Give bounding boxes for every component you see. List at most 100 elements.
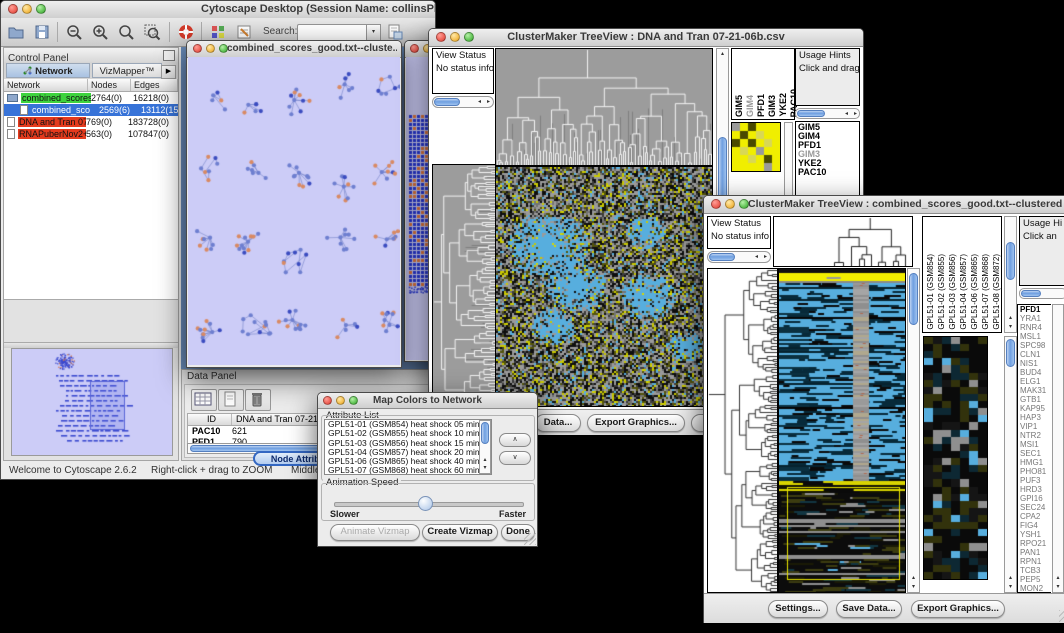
network-list-row[interactable]: combined_sco 2569(6) 13112(15) (4, 104, 178, 116)
column-dendrogram-panel[interactable] (495, 48, 713, 166)
gene-label[interactable]: SEC24 (1020, 503, 1051, 512)
scroll-down-icon[interactable]: ▾ (480, 464, 490, 472)
gene-label[interactable]: RNR4 (1020, 323, 1051, 332)
column-label[interactable]: GPL51-02 (GSM855) (936, 254, 947, 330)
scroll-thumb[interactable] (434, 98, 460, 106)
annotation-icon[interactable] (235, 23, 253, 41)
zoom-heatmap-canvas[interactable] (924, 337, 987, 579)
resize-grip[interactable] (524, 533, 536, 545)
float-panel-icon[interactable] (163, 50, 175, 61)
main-title-bar[interactable]: Cytoscape Desktop (Session Name: collins… (1, 1, 435, 19)
gene-label[interactable]: MON2 (1020, 584, 1051, 593)
gene-label[interactable]: CPA2 (1020, 512, 1051, 521)
gene-labels-panel[interactable]: PFD1 YRA1 RNR4 MSL1 SPC98 CLN1 NIS1 BUD4… (1017, 304, 1051, 593)
birdseye-canvas[interactable] (12, 349, 170, 453)
gene-label[interactable]: MSI1 (1020, 440, 1051, 449)
delete-attribute-trash-icon[interactable] (245, 389, 271, 411)
gene-label[interactable]: GTB1 (1020, 395, 1051, 404)
gene-label[interactable]: ELG1 (1020, 377, 1051, 386)
scroll-thumb[interactable] (709, 253, 735, 261)
scroll-right-icon[interactable]: ▸ (854, 109, 857, 119)
gene-label[interactable]: PFD1 (1020, 305, 1051, 314)
gene-label[interactable]: FIG4 (1020, 521, 1051, 530)
treeview1-title-bar[interactable]: ClusterMaker TreeView : DNA and Tran 07-… (429, 29, 863, 47)
network-list-row[interactable]: RNAPuberNov2+I 563(0) 107847(0) (4, 128, 178, 140)
tab-network[interactable]: Network (6, 63, 90, 78)
node-attributes-icon[interactable] (209, 23, 227, 41)
gene-label[interactable]: MAK31 (1020, 386, 1051, 395)
close-icon[interactable] (410, 44, 419, 53)
heatmap-vscrollbar[interactable]: ▴ ▾ (907, 268, 920, 593)
minimize-icon[interactable] (725, 199, 735, 209)
gene-label[interactable]: PEP5 (1020, 575, 1051, 584)
export-graphics-button[interactable]: Export Graphics... (587, 414, 685, 432)
scroll-left-icon[interactable]: ◂ (478, 97, 481, 107)
row-label[interactable]: PAC10 (798, 168, 859, 177)
create-attribute-icon[interactable] (218, 389, 244, 411)
column-label[interactable]: YKE2 (778, 93, 788, 117)
column-label[interactable]: GPL51-06 (GSM865) (969, 254, 980, 330)
zoom-vscrollbar[interactable]: ▴ ▾ (1004, 336, 1017, 593)
tab-vizmapper[interactable]: VizMapper™ (92, 63, 162, 78)
attribute-list[interactable]: GPL51-01 (GSM854) heat shock 05 min GPL5… (324, 419, 492, 475)
scroll-thumb[interactable] (909, 273, 918, 325)
column-label[interactable]: GPL51-07 (GSM868) (980, 254, 991, 330)
gene-label[interactable]: NIS1 (1020, 359, 1051, 368)
open-file-icon[interactable] (7, 23, 25, 41)
column-label[interactable]: GPL51-03 (GSM856) (947, 254, 958, 330)
gene-label[interactable]: CLN1 (1020, 350, 1051, 359)
gene-label[interactable]: HRD3 (1020, 485, 1051, 494)
scroll-thumb[interactable] (1021, 290, 1041, 297)
column-label[interactable]: GPL51-01 (GSM854) (925, 254, 936, 330)
treeview2-title-bar[interactable]: ClusterMaker TreeView : combined_scores_… (704, 196, 1064, 214)
column-label[interactable]: PFD1 (756, 94, 766, 117)
gene-label[interactable]: PUF3 (1020, 476, 1051, 485)
minimize-icon[interactable] (206, 44, 215, 53)
heatmap-panel[interactable] (495, 166, 713, 407)
animate-vizmap-button[interactable]: Animate Vizmap (330, 524, 420, 541)
zoom-window-icon[interactable] (36, 4, 46, 14)
save-icon[interactable] (33, 23, 51, 41)
scroll-thumb[interactable] (481, 422, 489, 444)
gene-label[interactable]: PHO81 (1020, 467, 1051, 476)
gene-label[interactable]: MSL1 (1020, 332, 1051, 341)
row-dendrogram-panel[interactable] (707, 268, 778, 593)
column-label[interactable]: GIM5 (734, 95, 744, 117)
scroll-up-icon[interactable]: ▴ (1005, 574, 1016, 582)
gene-label[interactable]: KAP95 (1020, 404, 1051, 413)
scroll-thumb[interactable] (1006, 339, 1015, 367)
gene-label[interactable]: YRA1 (1020, 314, 1051, 323)
label-vscrollbar[interactable]: ▴ ▾ (1004, 216, 1017, 333)
gene-label[interactable]: PAN1 (1020, 548, 1051, 557)
gene-label[interactable]: SEC1 (1020, 449, 1051, 458)
column-dendrogram-panel[interactable] (773, 216, 913, 267)
usage-scrollbar[interactable] (1019, 288, 1064, 299)
zoom-selected-icon[interactable] (143, 23, 161, 41)
column-label[interactable]: GIM3 (767, 95, 777, 117)
network-list-row[interactable]: DNA and Tran 07 769(0) 183728(0) (4, 116, 178, 128)
gene-label[interactable]: VIP1 (1020, 422, 1051, 431)
minimize-icon[interactable] (22, 4, 32, 14)
column-dendrogram-canvas[interactable] (496, 49, 712, 165)
scroll-up-icon[interactable]: ▴ (1005, 314, 1016, 322)
scroll-up-icon[interactable]: ▴ (908, 574, 919, 582)
row-dendrogram-canvas[interactable] (708, 269, 777, 592)
gene-label[interactable]: BUD4 (1020, 368, 1051, 377)
gene-label[interactable]: TCB3 (1020, 566, 1051, 575)
move-down-button[interactable]: ∨ (499, 451, 531, 465)
column-dendrogram-canvas[interactable] (774, 217, 912, 266)
network-list-header[interactable]: Network Nodes Edges (4, 79, 178, 92)
column-network[interactable]: Network (4, 79, 88, 91)
scroll-up-icon[interactable]: ▴ (717, 50, 728, 58)
column-edges[interactable]: Edges (131, 79, 178, 91)
zoom-in-icon[interactable] (91, 23, 109, 41)
zoom-fit-icon[interactable] (117, 23, 135, 41)
dialog-title-bar[interactable]: Map Colors to Network (318, 393, 537, 409)
network-window-title-bar[interactable]: combined_scores_good.txt--cluste... (187, 41, 401, 58)
zoom-heatmap-panel[interactable] (923, 336, 988, 580)
column-label[interactable]: GPL51-04 (GSM857) (958, 254, 969, 330)
heatmap-panel[interactable] (778, 268, 906, 593)
gene-vscrollbar[interactable]: ▴ ▾ (1052, 304, 1064, 593)
gene-label[interactable]: GPI16 (1020, 494, 1051, 503)
scroll-down-icon[interactable]: ▾ (1005, 583, 1016, 591)
